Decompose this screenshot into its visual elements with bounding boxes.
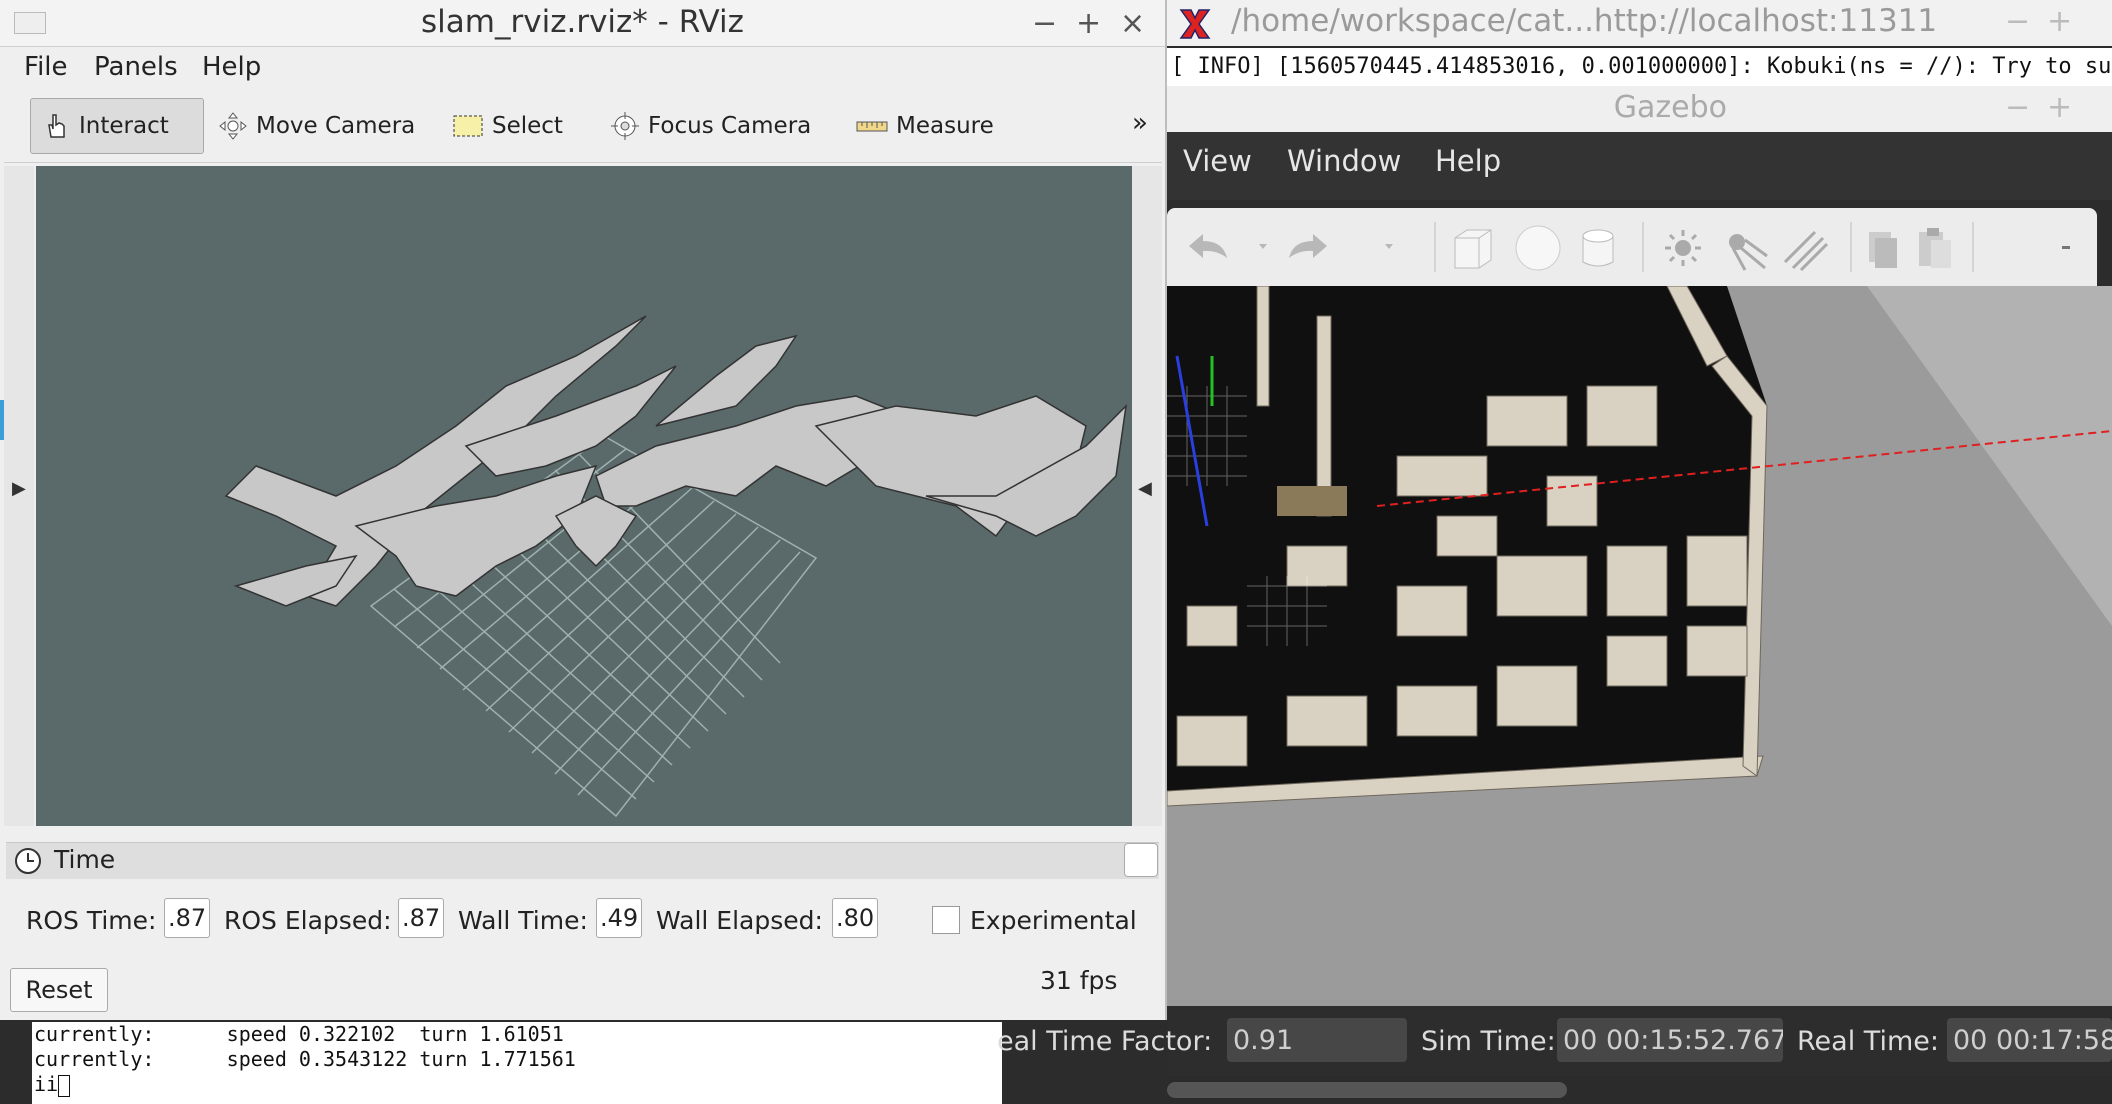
gazebo-maximize-button[interactable]: + xyxy=(2047,90,2072,125)
gazebo-toolbar xyxy=(1167,208,2097,286)
select-box-icon xyxy=(453,115,483,137)
gazebo-menu-window[interactable]: Window xyxy=(1287,144,1401,178)
teleop-terminal[interactable]: currently: speed 0.322102 turn 1.61051 c… xyxy=(32,1022,1002,1104)
desktop-edge xyxy=(0,400,4,440)
gazebo-statusbar: eal Time Factor: 0.91 Sim Time: 00 00:15… xyxy=(997,1006,2112,1076)
right-panel-toggle[interactable]: ◀ xyxy=(1132,166,1162,826)
xterm-titlebar: /home/workspace/cat...http://localhost:1… xyxy=(1167,0,2112,46)
wall-time-label: Wall Time: xyxy=(458,906,588,935)
box-shape-icon[interactable] xyxy=(1454,229,1492,269)
tool-measure[interactable]: Measure xyxy=(846,98,1006,154)
rviz-window: slam_rviz.rviz* - RViz − + × File Panels… xyxy=(0,0,1167,1020)
ros-time-field[interactable]: .87 xyxy=(164,898,210,938)
toolbar-overflow-button[interactable]: » xyxy=(1132,108,1148,138)
focus-camera-icon xyxy=(611,112,639,140)
wall-time-field[interactable]: .49 xyxy=(596,898,642,938)
rviz-window-title: slam_rviz.rviz* - RViz xyxy=(421,4,744,40)
spot-light-icon[interactable] xyxy=(1729,234,1768,271)
menu-panels[interactable]: Panels xyxy=(94,52,178,82)
fps-readout: 31 fps xyxy=(1040,966,1118,995)
ros-time-label: ROS Time: xyxy=(26,906,157,935)
copy-icon[interactable] xyxy=(1869,232,1897,268)
maximize-button[interactable]: + xyxy=(1076,6,1101,41)
minimize-button[interactable]: − xyxy=(1032,6,1057,41)
gazebo-minimize-button[interactable]: − xyxy=(2005,90,2030,125)
tool-interact-label: Interact xyxy=(79,113,169,139)
point-light-icon[interactable] xyxy=(1665,230,1701,266)
time-panel-row: ROS Time: .87 ROS Elapsed: .87 Wall Time… xyxy=(10,898,1160,948)
cylinder-shape-icon[interactable] xyxy=(1582,229,1614,267)
terminal-prompt-line: ii xyxy=(34,1072,1002,1097)
rviz-menubar: File Panels Help xyxy=(0,48,1165,88)
sphere-shape-icon[interactable] xyxy=(1515,225,1561,271)
gazebo-menu-help[interactable]: Help xyxy=(1435,144,1501,178)
toolbar-menu-icon[interactable] xyxy=(2062,246,2070,249)
menu-help[interactable]: Help xyxy=(202,52,261,82)
gazebo-world-render xyxy=(1167,286,2112,1006)
terminal-input-text: ii xyxy=(34,1072,59,1096)
gazebo-titlebar: Gazebo − + xyxy=(1167,86,2112,132)
close-button[interactable]: × xyxy=(1120,6,1145,41)
table-model xyxy=(1277,486,1347,516)
rviz-titlebar: slam_rviz.rviz* - RViz − + × xyxy=(0,0,1165,47)
tool-measure-label: Measure xyxy=(896,113,994,139)
hand-pointer-icon xyxy=(48,114,65,138)
reset-button[interactable]: Reset xyxy=(10,968,108,1012)
real-time-value: 00 00:17:58 xyxy=(1947,1018,2112,1062)
experimental-checkbox[interactable] xyxy=(932,906,960,934)
rviz-3d-viewport[interactable] xyxy=(36,166,1132,826)
sim-time-value: 00 00:15:52.767 xyxy=(1557,1018,1783,1062)
occupancy-map xyxy=(224,315,1128,607)
undo-dropdown-icon[interactable] xyxy=(1259,244,1267,249)
ruler-icon xyxy=(856,121,888,132)
undo-icon[interactable] xyxy=(1189,234,1227,258)
time-panel-title: Time xyxy=(54,845,116,874)
xterm-maximize-button[interactable]: + xyxy=(2047,4,2072,39)
wall-elapsed-label: Wall Elapsed: xyxy=(656,906,823,935)
real-time-label: Real Time: xyxy=(1797,1026,1939,1057)
experimental-label: Experimental xyxy=(970,906,1137,935)
terminal-line: currently: speed 0.322102 turn 1.61051 xyxy=(34,1022,564,1046)
scrollbar-thumb[interactable] xyxy=(1167,1082,1567,1098)
rviz-toolbar: Interact Move Camera Select Focus Camera… xyxy=(4,92,1162,163)
tool-move-camera-label: Move Camera xyxy=(256,113,416,139)
text-cursor xyxy=(58,1074,71,1097)
directional-light-icon[interactable] xyxy=(1783,230,1829,272)
slam-map-render xyxy=(224,315,1128,818)
tool-focus-camera-label: Focus Camera xyxy=(648,113,812,139)
wall-elapsed-field[interactable]: .80 xyxy=(832,898,878,938)
gazebo-window-title: Gazebo xyxy=(1613,90,1727,125)
real-time-factor-value: 0.91 xyxy=(1227,1018,1407,1062)
real-time-factor-label: eal Time Factor: xyxy=(997,1026,1213,1057)
left-panel-toggle[interactable]: ▶ xyxy=(4,166,34,826)
menu-file[interactable]: File xyxy=(24,52,68,82)
ros-elapsed-field[interactable]: .87 xyxy=(398,898,444,938)
tool-focus-camera[interactable]: Focus Camera xyxy=(600,98,828,154)
xterm-log-output: [ INFO] [1560570445.414853016, 0.0010000… xyxy=(1167,48,2112,86)
redo-icon[interactable] xyxy=(1289,234,1327,258)
tool-select[interactable]: Select xyxy=(442,98,592,154)
left-arrow-icon: ▶ xyxy=(12,478,26,499)
xterm-window-title: /home/workspace/cat...http://localhost:1… xyxy=(1231,3,1938,39)
terminal-line: currently: speed 0.3543122 turn 1.771561 xyxy=(34,1047,576,1071)
ros-elapsed-label: ROS Elapsed: xyxy=(224,906,392,935)
redo-dropdown-icon[interactable] xyxy=(1385,244,1393,249)
xterm-x-icon xyxy=(1179,9,1211,39)
right-arrow-icon: ◀ xyxy=(1138,478,1152,499)
tool-select-label: Select xyxy=(492,113,563,139)
gazebo-menubar: View Window Help xyxy=(1167,132,2112,200)
time-panel-float-button[interactable] xyxy=(1124,843,1158,877)
clock-icon xyxy=(15,848,41,874)
sim-time-label: Sim Time: xyxy=(1421,1026,1556,1057)
tool-move-camera[interactable]: Move Camera xyxy=(208,98,428,154)
xterm-minimize-button[interactable]: − xyxy=(2005,4,2030,39)
time-panel-header: Time xyxy=(6,842,1159,879)
gazebo-horizontal-scrollbar[interactable] xyxy=(1167,1076,2112,1104)
paste-icon[interactable] xyxy=(1919,228,1951,268)
tool-interact[interactable]: Interact xyxy=(30,98,204,154)
gazebo-menu-view[interactable]: View xyxy=(1183,144,1252,178)
gazebo-3d-viewport[interactable] xyxy=(1167,286,2112,1006)
move-camera-icon xyxy=(219,112,247,140)
